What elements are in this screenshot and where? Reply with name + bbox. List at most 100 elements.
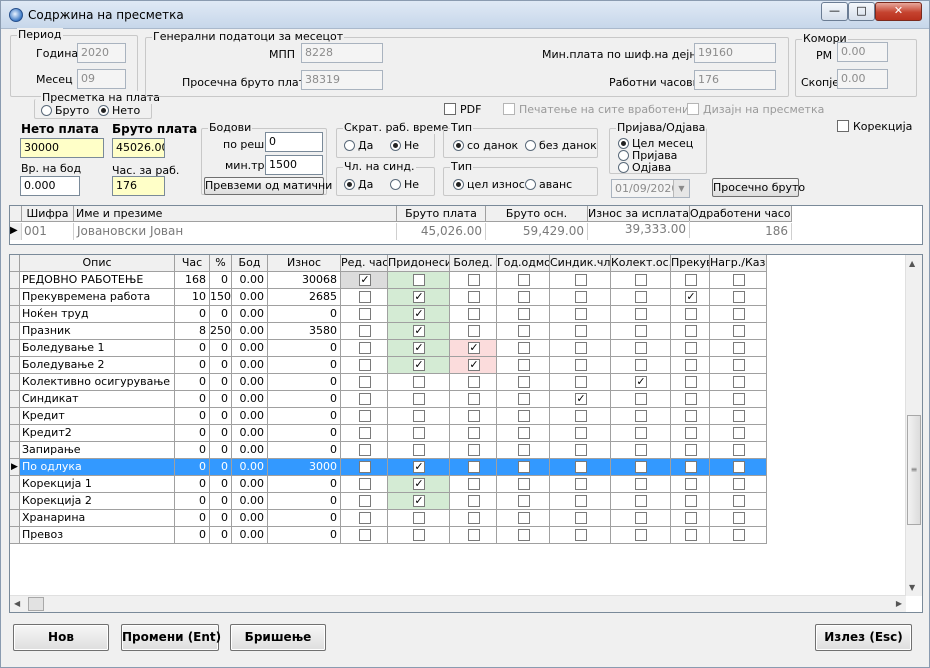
checkbox-icon[interactable]: [733, 427, 745, 439]
items-flag-Колект.ос.[interactable]: [611, 306, 671, 323]
items-p[interactable]: 0: [210, 272, 232, 289]
checkbox-icon[interactable]: [733, 376, 745, 388]
items-flag-Синдик.чл.[interactable]: [550, 323, 611, 340]
items-flag-Год.одмор[interactable]: [497, 374, 550, 391]
items-col-9[interactable]: Синдик.чл.: [550, 255, 611, 272]
rm-field[interactable]: 0.00: [837, 42, 888, 62]
checkbox-icon[interactable]: [575, 444, 587, 456]
items-flag-Болед.[interactable]: [450, 476, 497, 493]
radio-neto[interactable]: Нето: [98, 104, 140, 117]
items-flag-Синдик.чл.[interactable]: [550, 425, 611, 442]
items-b[interactable]: 0.00: [232, 510, 268, 527]
checkbox-icon[interactable]: [733, 478, 745, 490]
checkbox-icon[interactable]: [413, 376, 425, 388]
decision-field[interactable]: 0: [265, 132, 323, 152]
items-b[interactable]: 0.00: [232, 340, 268, 357]
checkbox-icon[interactable]: [468, 512, 480, 524]
items-p[interactable]: 150: [210, 289, 232, 306]
checkbox-icon[interactable]: [635, 359, 647, 371]
checkbox-icon[interactable]: [468, 461, 480, 473]
checkbox-icon[interactable]: [359, 461, 371, 473]
checkbox-icon[interactable]: [413, 393, 425, 405]
items-flag-Синдик.чл.[interactable]: ✓: [550, 391, 611, 408]
items-flag-Колект.ос.[interactable]: ✓: [611, 374, 671, 391]
items-flag-Болед.[interactable]: [450, 459, 497, 476]
checkbox-icon[interactable]: [518, 512, 530, 524]
work-hours-field[interactable]: 176: [694, 70, 776, 90]
items-flag-Ред. час[interactable]: [341, 374, 388, 391]
checkbox-icon[interactable]: ✓: [635, 376, 647, 388]
items-flag-Прекувр.[interactable]: [671, 493, 710, 510]
checkbox-icon[interactable]: ✓: [468, 342, 480, 354]
items-flag-Ред. час[interactable]: [341, 493, 388, 510]
checkbox-icon[interactable]: [575, 427, 587, 439]
items-flag-Год.одмор[interactable]: [497, 306, 550, 323]
col-gross-base[interactable]: Бруто осн.: [486, 206, 588, 222]
items-flag-Нагр./Казна[interactable]: [710, 476, 767, 493]
checkbox-icon[interactable]: [575, 529, 587, 541]
checkbox-icon[interactable]: [359, 529, 371, 541]
checkbox-icon[interactable]: [518, 342, 530, 354]
checkbox-icon[interactable]: [359, 359, 371, 371]
full-amount-radio[interactable]: цел износ: [453, 178, 525, 191]
checkbox-icon[interactable]: [359, 495, 371, 507]
checkbox-icon[interactable]: [635, 512, 647, 524]
items-desc[interactable]: Боледување 1: [20, 340, 175, 357]
pdf-checkbox[interactable]: PDF: [444, 103, 481, 116]
checkbox-icon[interactable]: [685, 308, 697, 320]
items-flag-Синдик.чл.[interactable]: [550, 527, 611, 544]
hscroll-thumb[interactable]: [28, 597, 44, 611]
items-amt[interactable]: 0: [268, 425, 341, 442]
items-flag-Нагр./Казна[interactable]: [710, 510, 767, 527]
checkbox-icon[interactable]: [733, 359, 745, 371]
maximize-icon[interactable]: □: [848, 2, 875, 21]
items-flag-Нагр./Казна[interactable]: [710, 425, 767, 442]
checkbox-icon[interactable]: [413, 274, 425, 286]
employee-row[interactable]: ▶ 001 Јовановски Јован 45,026.00 59,429.…: [10, 221, 792, 240]
checkbox-icon[interactable]: [359, 512, 371, 524]
with-tax-radio[interactable]: со данок: [453, 139, 518, 152]
items-row[interactable]: Кредит2 0 0 0.00 0: [10, 425, 786, 442]
point-value-field[interactable]: 0.000: [20, 176, 80, 196]
checkbox-icon[interactable]: [635, 427, 647, 439]
checkbox-icon[interactable]: [733, 461, 745, 473]
items-flag-Прекувр.[interactable]: [671, 476, 710, 493]
checkbox-icon[interactable]: [518, 478, 530, 490]
items-flag-Колект.ос.[interactable]: [611, 493, 671, 510]
items-col-0[interactable]: Опис: [20, 255, 175, 272]
items-flag-Колект.ос.[interactable]: [611, 442, 671, 459]
items-flag-Нагр./Казна[interactable]: [710, 357, 767, 374]
checkbox-icon[interactable]: [635, 393, 647, 405]
items-flag-Синдик.чл.[interactable]: [550, 340, 611, 357]
items-flag-Болед.[interactable]: [450, 442, 497, 459]
min-wage-field[interactable]: 19160: [694, 43, 776, 63]
items-flag-Придонеси[interactable]: [388, 442, 450, 459]
items-flag-Нагр./Казна[interactable]: [710, 391, 767, 408]
items-col-3[interactable]: Бод: [232, 255, 268, 272]
items-p[interactable]: 0: [210, 374, 232, 391]
items-flag-Нагр./Казна[interactable]: [710, 527, 767, 544]
items-flag-Прекувр.[interactable]: [671, 323, 710, 340]
items-b[interactable]: 0.00: [232, 408, 268, 425]
checkbox-icon[interactable]: [685, 325, 697, 337]
items-h[interactable]: 0: [175, 510, 210, 527]
checkbox-icon[interactable]: [635, 461, 647, 473]
checkbox-icon[interactable]: [468, 325, 480, 337]
items-h[interactable]: 168: [175, 272, 210, 289]
checkbox-icon[interactable]: [468, 393, 480, 405]
items-flag-Придонеси[interactable]: ✓: [388, 289, 450, 306]
items-flag-Синдик.чл.[interactable]: [550, 289, 611, 306]
checkbox-icon[interactable]: [635, 308, 647, 320]
items-flag-Колект.ос.[interactable]: [611, 340, 671, 357]
items-desc[interactable]: Колективно осигурување: [20, 374, 175, 391]
items-h[interactable]: 10: [175, 289, 210, 306]
items-amt[interactable]: 0: [268, 476, 341, 493]
new-button[interactable]: Нов: [13, 624, 109, 651]
items-b[interactable]: 0.00: [232, 527, 268, 544]
checkbox-icon[interactable]: [518, 529, 530, 541]
shortened-yes-radio[interactable]: Да: [344, 139, 373, 152]
checkbox-icon[interactable]: [359, 308, 371, 320]
checkbox-icon[interactable]: [468, 274, 480, 286]
items-h[interactable]: 0: [175, 306, 210, 323]
items-flag-Нагр./Казна[interactable]: [710, 306, 767, 323]
